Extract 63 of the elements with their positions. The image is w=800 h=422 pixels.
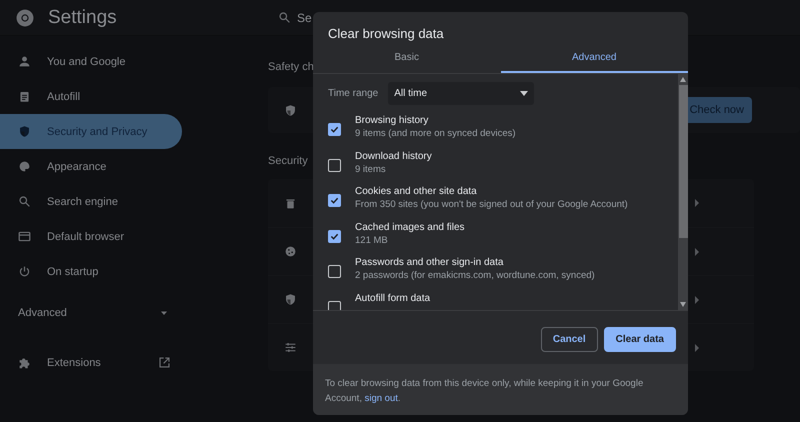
page-title: Settings [48, 6, 117, 28]
dropdown-caret-icon [520, 91, 528, 96]
checkbox[interactable] [328, 194, 341, 207]
sidebar-item[interactable]: Default browser [0, 219, 182, 254]
browser-window-icon [18, 230, 31, 243]
palette-icon [18, 160, 31, 173]
search-icon [278, 11, 291, 24]
sidebar-item[interactable]: You and Google [0, 44, 182, 79]
advanced-section-toggle[interactable]: Advanced [0, 292, 182, 328]
option-detail: From 350 sites (you won't be signed out of your Google Account) [355, 199, 628, 210]
search-icon [18, 195, 31, 208]
time-range-label: Time range [328, 88, 378, 99]
dialog-title: Clear browsing data [327, 25, 445, 41]
caret-icon [160, 309, 168, 317]
shield-icon [284, 293, 297, 306]
checkbox[interactable] [328, 158, 341, 172]
checkbox[interactable] [328, 230, 341, 242]
shield-icon [18, 125, 31, 138]
sidebar-item[interactable]: Autofill [0, 79, 182, 114]
footer-note: To clear browsing data from this device only, while keeping it in your Google Account, sign out. [313, 364, 688, 415]
scrollbar[interactable] [678, 74, 688, 310]
scroll-down-arrow-icon[interactable] [680, 302, 686, 307]
scroll-up-arrow-icon[interactable] [680, 77, 686, 82]
option-detail: 121 MB [355, 234, 389, 246]
option-title: Autofill form data [355, 292, 430, 304]
external-link-icon [158, 356, 171, 369]
clear-data-button[interactable]: Clear data [604, 327, 676, 352]
tab[interactable]: Basic [313, 43, 500, 73]
option-detail: 9 items (and more on synced devices) [355, 128, 516, 139]
option-title: Cookies and other site data [355, 186, 478, 197]
person-icon [18, 55, 31, 68]
sidebar-item[interactable]: Search engine [0, 184, 182, 219]
clipboard-icon [18, 90, 31, 103]
puzzle-piece-icon [18, 356, 31, 369]
option-title: Cached images and files [355, 222, 465, 232]
tab[interactable]: Advanced [500, 43, 688, 73]
chevron-right-icon [694, 296, 700, 304]
checkbox[interactable] [328, 123, 341, 136]
option-detail: 2 passwords (for emakicms.com, wordtune.com, synced) [355, 270, 595, 281]
option-detail: 9 items [355, 164, 387, 174]
sidebar-item[interactable]: Extensions [0, 345, 182, 380]
shield-icon [284, 104, 297, 116]
search-field[interactable]: Se [297, 10, 312, 24]
checkbox[interactable] [328, 300, 341, 310]
trash-icon [284, 196, 297, 210]
checkbox[interactable] [328, 265, 341, 278]
browser-logo-icon [16, 8, 34, 26]
sidebar-item[interactable]: Appearance [0, 149, 182, 184]
chevron-right-icon [694, 344, 700, 352]
sign-out-link[interactable]: sign out [364, 393, 398, 404]
time-range-dropdown[interactable]: All time [388, 82, 534, 105]
option-title: Browsing history [355, 115, 430, 126]
option-title: Download history [355, 150, 432, 162]
section-heading: Safety ch [268, 61, 314, 73]
sliders-icon [284, 341, 297, 354]
cancel-button[interactable]: Cancel [540, 327, 598, 352]
cookie-icon [284, 245, 297, 258]
sidebar-item[interactable]: On startup [0, 254, 182, 289]
section-heading: Security [268, 155, 308, 167]
chevron-right-icon [694, 248, 700, 256]
option-title: Passwords and other sign-in data [355, 257, 504, 268]
power-icon [18, 265, 31, 278]
chevron-right-icon [694, 199, 700, 207]
